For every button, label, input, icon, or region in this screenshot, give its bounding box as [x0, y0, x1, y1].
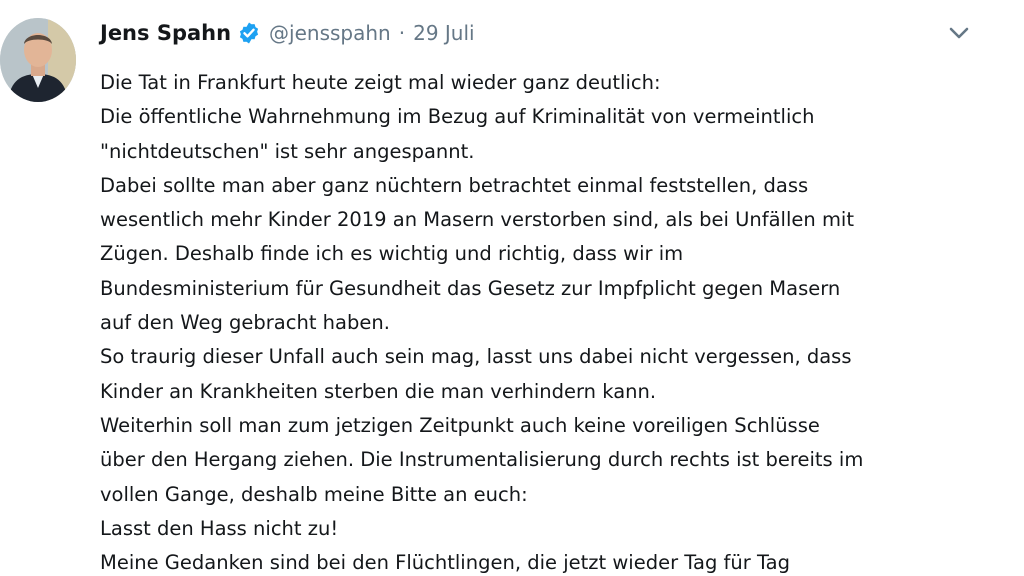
- tweet-text-line: Die Tat in Frankfurt heute zeigt mal wie…: [100, 71, 661, 94]
- tweet-text-line: "nichtdeutschen" ist sehr angespannt.: [100, 139, 475, 163]
- author-handle[interactable]: @jensspahn: [269, 21, 391, 45]
- tweet-text-line: Meine Gedanken sind bei den Flüchtlingen…: [100, 551, 790, 575]
- tweet-text-line: wesentlich mehr Kinder 2019 an Masern ve…: [100, 208, 854, 232]
- avatar[interactable]: [0, 18, 76, 102]
- tweet-text-line: vollen Gange, deshalb meine Bitte an euc…: [100, 482, 528, 506]
- header-separator: ·: [398, 21, 406, 45]
- tweet-text-line: Weiterhin soll man zum jetzigen Zeitpunk…: [100, 413, 820, 437]
- tweet-text-line: So traurig dieser Unfall auch sein mag, …: [100, 345, 852, 369]
- author-name[interactable]: Jens Spahn: [100, 21, 231, 45]
- tweet-text-line: Dabei sollte man aber ganz nüchtern betr…: [100, 173, 809, 197]
- tweet-text-line: Zügen. Deshalb finde ich es wichtig und …: [100, 242, 684, 266]
- tweet-text: Die Tat in Frankfurt heute zeigt mal wie…: [100, 66, 1015, 576]
- tweet-text-line: über den Hergang ziehen. Die Instrumenta…: [100, 448, 864, 472]
- tweet-text-line: Die öffentliche Wahrnehmung im Bezug auf…: [100, 105, 815, 129]
- avatar-photo: [0, 18, 76, 102]
- tweet-card: Jens Spahn @jensspahn · 29 Juli Die Tat …: [0, 0, 1024, 576]
- tweet-header: Jens Spahn @jensspahn · 29 Juli: [100, 18, 475, 48]
- tweet-date[interactable]: 29 Juli: [413, 21, 475, 45]
- verified-badge-icon: [237, 21, 261, 45]
- tweet-text-line: Kinder an Krankheiten sterben die man ve…: [100, 379, 657, 403]
- tweet-text-line: auf den Weg gebracht haben.: [100, 311, 390, 335]
- tweet-text-line: Lasst den Hass nicht zu!: [100, 516, 339, 540]
- chevron-down-icon[interactable]: [946, 22, 972, 44]
- tweet-text-line: Bundesministerium für Gesundheit das Ges…: [100, 276, 841, 300]
